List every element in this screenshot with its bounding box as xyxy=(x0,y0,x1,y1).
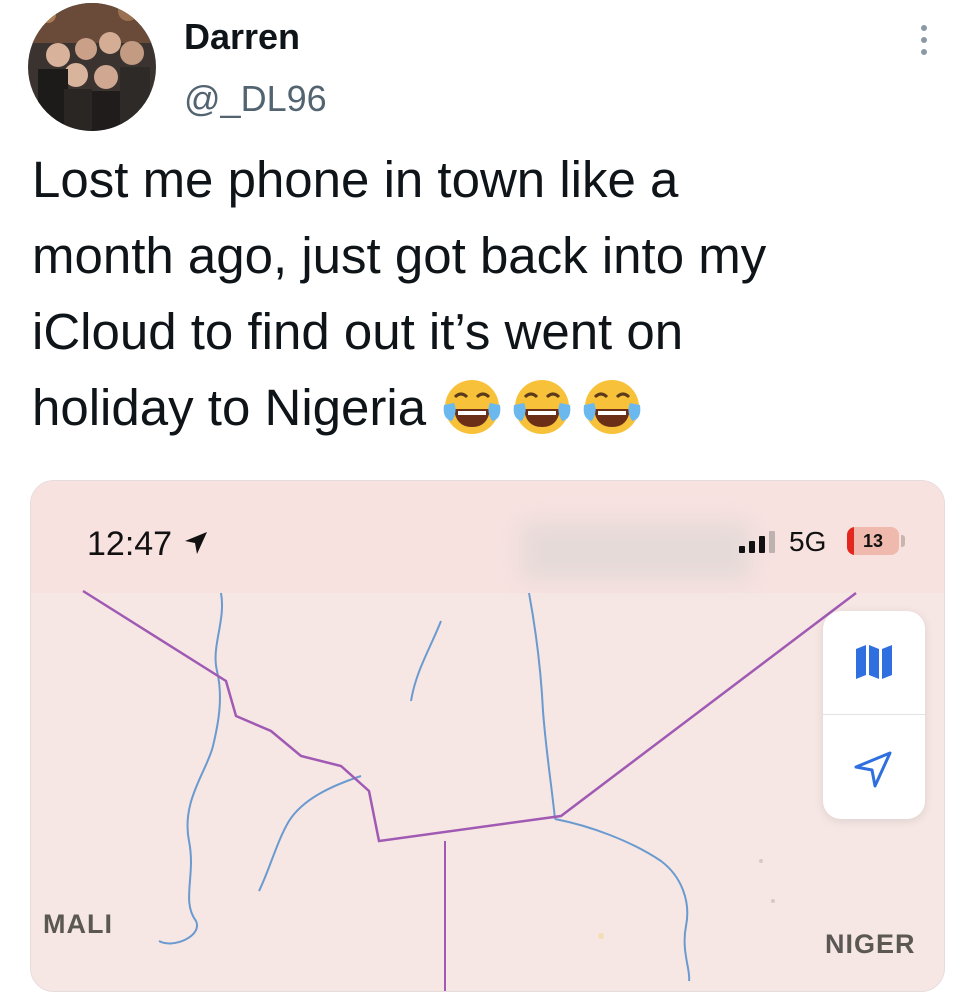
tweet-body: Lost me phone in town like a month ago, … xyxy=(32,151,767,436)
map-controls xyxy=(823,611,925,819)
face-with-tears-of-joy-icon xyxy=(443,380,501,434)
face-with-tears-of-joy-icon xyxy=(513,380,571,434)
more-options-icon[interactable] xyxy=(914,20,934,60)
map-label-niger: NIGER xyxy=(825,929,916,959)
battery-indicator: 13 xyxy=(847,527,899,555)
avatar[interactable] xyxy=(28,3,156,131)
face-with-tears-of-joy-icon xyxy=(583,380,641,434)
current-location-icon xyxy=(854,751,892,788)
cellular-signal-icon xyxy=(739,531,775,553)
map-view-icon xyxy=(856,645,892,679)
map-label-mali: MALI xyxy=(43,909,113,939)
location-arrow-icon xyxy=(185,532,207,554)
current-location-button[interactable] xyxy=(823,715,925,818)
blurred-region xyxy=(521,521,751,581)
map-view-button[interactable] xyxy=(823,611,925,714)
tweet-text: Lost me phone in town like a month ago, … xyxy=(32,142,932,460)
battery-cap xyxy=(901,535,905,547)
attached-image[interactable]: 12:47 5G 13 MALI NIGER xyxy=(30,480,945,992)
display-name[interactable]: Darren xyxy=(184,16,300,58)
battery-label: 13 xyxy=(862,531,884,551)
network-type: 5G xyxy=(789,526,827,557)
user-handle[interactable]: @_DL96 xyxy=(184,78,327,120)
status-time: 12:47 xyxy=(87,525,173,563)
emoji-group xyxy=(440,375,650,460)
